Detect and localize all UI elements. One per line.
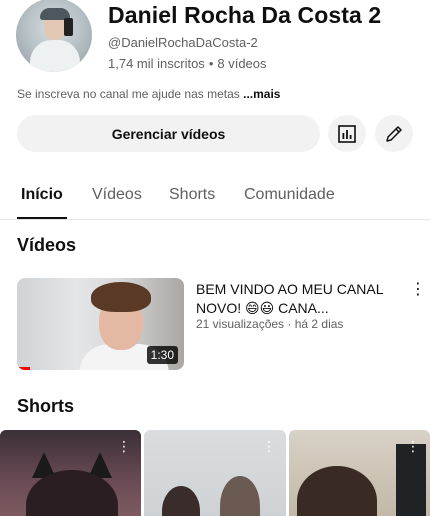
shorts-shelf: ⋮ ⋮ ⋮ [0, 430, 430, 516]
video-meta: 21 visualizações · há 2 dias [196, 317, 344, 331]
channel-description[interactable]: Se inscreva no canal me ajude nas metas … [17, 87, 280, 101]
video-item[interactable]: 1:30 BEM VINDO AO MEU CANAL NOVO! 😄😃 CAN… [0, 276, 430, 372]
tab-inicio[interactable]: Início [21, 186, 63, 204]
description-text: Se inscreva no canal me ajude nas metas [17, 87, 244, 101]
short-menu-icon[interactable]: ⋮ [117, 438, 131, 455]
shorts-section-title: Shorts [17, 396, 75, 416]
short-item[interactable]: ⋮ [289, 430, 430, 516]
channel-handle: @DanielRochaDaCosta-2 [108, 35, 258, 50]
tab-shorts[interactable]: Shorts [169, 186, 215, 204]
avatar-body [30, 40, 80, 72]
short-item[interactable]: ⋮ [144, 430, 286, 516]
edit-channel-button[interactable] [375, 115, 413, 152]
channel-tabs: Início Vídeos Shorts Comunidade [0, 176, 430, 220]
pencil-icon [386, 125, 402, 142]
short-menu-icon[interactable]: ⋮ [406, 438, 420, 455]
more-link[interactable]: ...mais [243, 87, 280, 101]
channel-header: Daniel Rocha Da Costa 2 @DanielRochaDaCo… [0, 0, 430, 80]
short-menu-icon[interactable]: ⋮ [262, 438, 276, 455]
video-count: 8 vídeos [217, 56, 267, 71]
avatar-phone [64, 18, 73, 36]
short-item[interactable]: ⋮ [0, 430, 141, 516]
short-person [220, 476, 260, 516]
active-tab-indicator [17, 217, 67, 219]
videos-section-title: Vídeos [17, 235, 77, 255]
tab-videos[interactable]: Vídeos [92, 186, 142, 204]
subscriber-count: 1,74 mil inscritos [108, 56, 205, 71]
channel-name: Daniel Rocha Da Costa 2 [108, 2, 382, 28]
watch-progress-bar [17, 367, 31, 370]
manage-videos-button[interactable]: Gerenciar vídeos [17, 115, 320, 152]
video-menu-icon[interactable]: ⋮ [410, 279, 426, 299]
channel-stats: 1,74 mil inscritos • 8 vídeos [108, 56, 267, 71]
thumbnail-hair [91, 282, 151, 312]
video-thumbnail[interactable]: 1:30 [17, 278, 184, 370]
analytics-button[interactable] [328, 115, 366, 152]
short-person [162, 486, 200, 516]
short-person [297, 466, 377, 516]
tab-comunidade[interactable]: Comunidade [244, 186, 335, 204]
video-duration: 1:30 [146, 346, 178, 364]
bar-chart-icon [338, 124, 356, 143]
channel-avatar[interactable] [16, 0, 92, 72]
stats-separator: • [208, 56, 214, 71]
video-title[interactable]: BEM VINDO AO MEU CANAL NOVO! 😄😃 CANA... [196, 280, 402, 318]
